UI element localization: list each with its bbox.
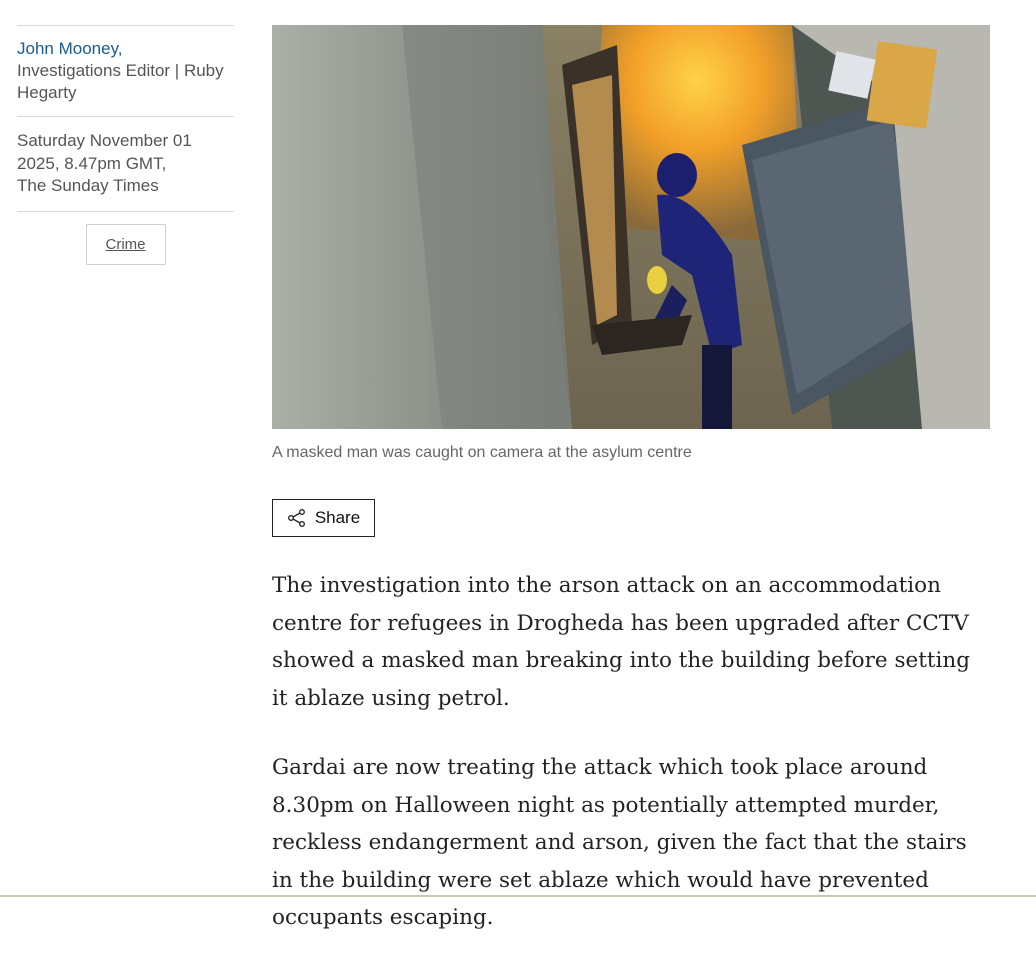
byline: John Mooney, Investigations Editor | Rub… (17, 26, 234, 116)
dateline: Saturday November 01 2025, 8.47pm GMT, T… (17, 117, 234, 211)
share-label: Share (314, 508, 361, 527)
article-paragraph: Gardai are now treating the attack which… (272, 755, 967, 930)
photo-caption: A masked man was caught on camera at the… (272, 444, 692, 461)
article-body: The investigation into the arson attack … (272, 567, 990, 937)
share-icon (287, 509, 305, 527)
author-link[interactable]: John Mooney, (17, 39, 123, 58)
publish-time: 2025, 8.47pm GMT, (17, 153, 167, 173)
author-role: Investigations Editor | Ruby Hegarty (17, 61, 224, 102)
publish-date: Saturday November 01 (17, 131, 192, 150)
article-sidebar: John Mooney, Investigations Editor | Rub… (17, 25, 234, 265)
tag-crime[interactable]: Crime (85, 223, 166, 265)
cctv-photo (272, 25, 990, 429)
tag-container: Crime (17, 212, 234, 265)
article-paragraph: The investigation into the arson attack … (272, 573, 970, 711)
publication-name: The Sunday Times (17, 176, 159, 195)
article-main: A masked man was caught on camera at the… (272, 25, 990, 969)
share-button[interactable]: Share (272, 499, 375, 537)
